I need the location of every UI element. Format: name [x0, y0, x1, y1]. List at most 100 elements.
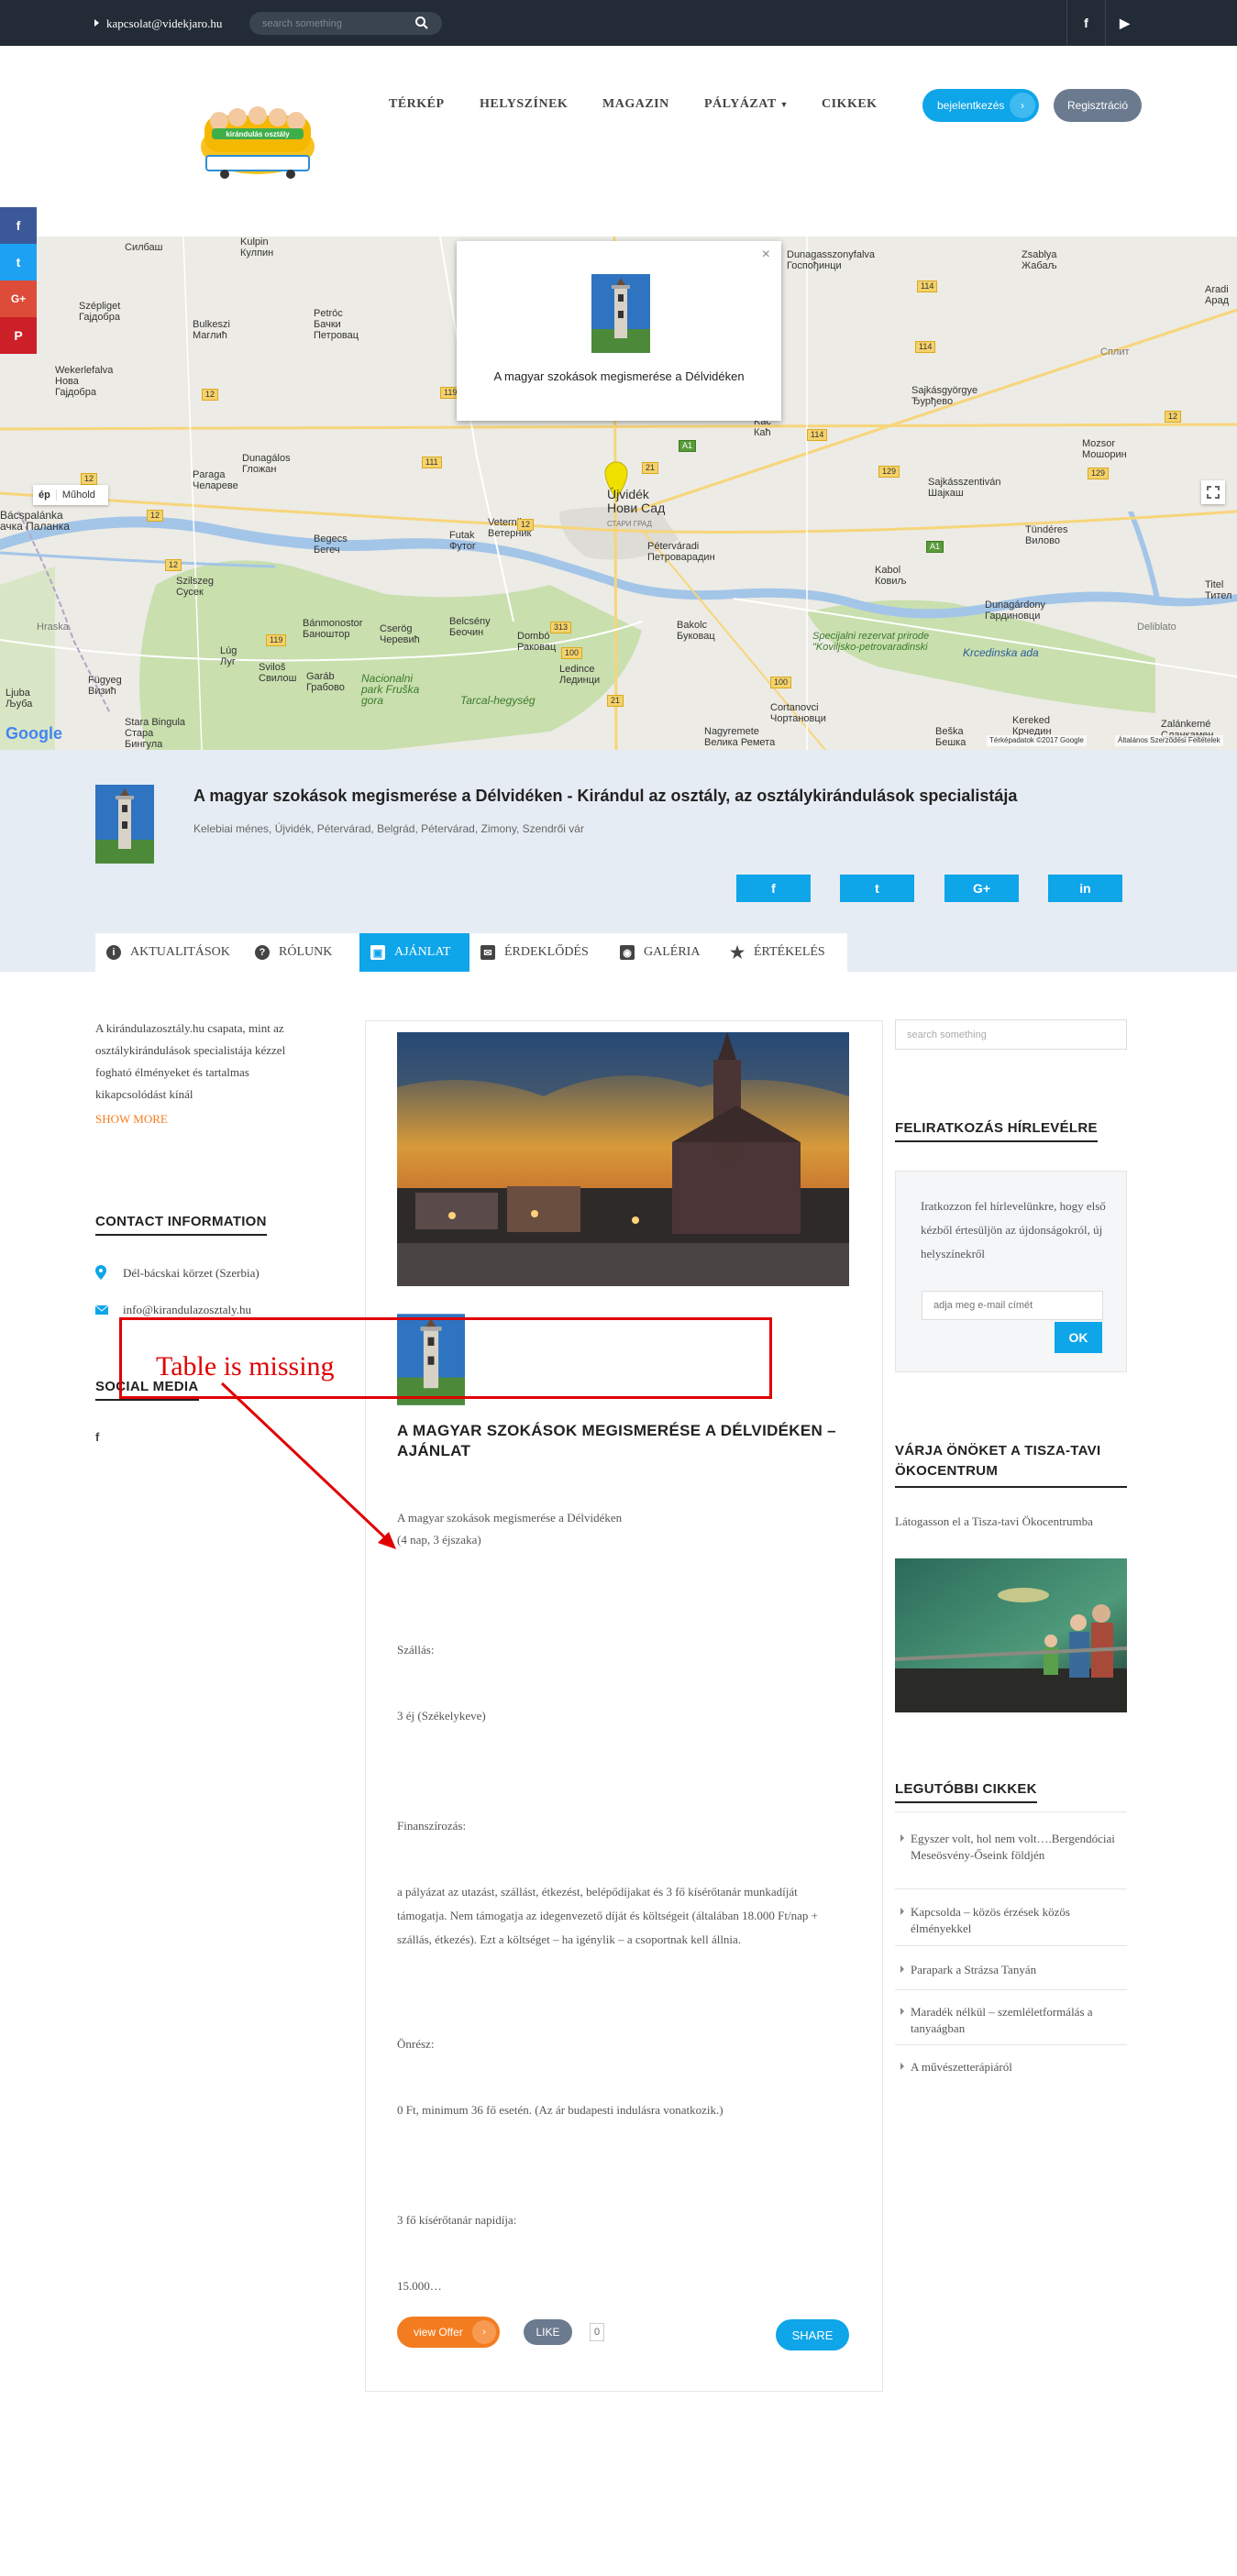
recent-post-link[interactable]: Parapark a Strázsa Tanyán — [900, 1962, 1131, 1978]
place-label: Cserög Черевић — [380, 623, 420, 645]
popup-caption[interactable]: A magyar szokások megismerése a Délvidék… — [457, 369, 781, 383]
listing-facebook-icon[interactable]: f — [736, 875, 811, 902]
place-label: Aradi Арад — [1205, 284, 1229, 306]
place-label: Garáb Грабово — [306, 671, 345, 693]
share-googleplus-icon[interactable]: G+ — [0, 281, 37, 317]
nav-magazin[interactable]: MAGAZIN — [602, 97, 669, 112]
place-label: Sajkásgyörgye Ђурђево — [911, 385, 978, 407]
road-number: 100 — [561, 647, 583, 659]
place-label: Ljuba Љуба — [6, 688, 33, 710]
place-label: Kabol Ковиљ — [875, 565, 907, 587]
place-label-park: Nacionalni park Fruška gora — [361, 672, 420, 707]
nav-helyszinek[interactable]: HELYSZÍNEK — [480, 97, 568, 112]
tab-label: ÉRDEKLŐDÉS — [504, 945, 589, 959]
place-label: Zsablya Жабаљ — [1022, 249, 1057, 271]
share-pinterest-icon[interactable]: P — [0, 317, 37, 354]
arrow-right-icon: › — [1010, 93, 1035, 118]
top-search-input[interactable] — [249, 12, 442, 35]
map-type-satellite[interactable]: Műhold — [55, 490, 101, 501]
listing-linkedin-icon[interactable]: in — [1048, 875, 1122, 902]
place-label: Péterváradi Петроварадин — [647, 541, 715, 563]
newsletter-email-input[interactable] — [922, 1291, 1103, 1320]
contact-email[interactable]: kapcsolat@videkjaro.hu — [94, 17, 222, 31]
map-attribution: Térképadatok ©2017 Google — [987, 735, 1087, 746]
tab-rolunk[interactable]: ? RÓLUNK — [244, 933, 359, 972]
camera-icon: ◉ — [620, 945, 635, 960]
search-icon[interactable] — [414, 16, 429, 30]
youtube-top-icon[interactable]: ▶ — [1105, 0, 1143, 46]
recent-post-title: Egyszer volt, hol nem volt….Bergendóciai… — [911, 1832, 1115, 1862]
recent-post-title: Maradék nélkül – szemléletformálás a tan… — [911, 2005, 1093, 2035]
road-number: 21 — [642, 462, 659, 474]
share-button[interactable]: SHARE — [776, 2319, 849, 2350]
contact-email-text: kapcsolat@videkjaro.hu — [106, 17, 223, 30]
tab-label: RÓLUNK — [279, 945, 333, 959]
view-offer-label: view Offer — [414, 2326, 463, 2339]
place-label-reserve: Specijalni rezervat prirode "Koviljsko-p… — [812, 631, 930, 653]
view-offer-button[interactable]: view Offer › — [397, 2317, 500, 2348]
question-icon: ? — [255, 945, 270, 960]
fullscreen-icon[interactable] — [1201, 480, 1225, 504]
login-button[interactable]: bejelentkezés › — [922, 89, 1039, 122]
newsletter-text: Iratkozzon fel hírlevelünkre, hogy első … — [921, 1199, 1106, 1260]
listing-subtitle: Kelebiai ménes, Újvidék, Pétervárad, Bel… — [193, 822, 584, 835]
offer-main-image[interactable] — [397, 1032, 849, 1286]
recent-post-link[interactable]: Maradék nélkül – szemléletformálás a tan… — [900, 2004, 1131, 2037]
promo-text: Látogasson el a Tisza-tavi Ökocentrumba — [895, 1514, 1093, 1528]
road-number: 129 — [878, 466, 900, 478]
place-label: Ledince Лединци — [559, 664, 601, 686]
caret-icon — [94, 19, 99, 27]
like-button[interactable]: LIKE — [524, 2319, 572, 2345]
recent-post-link[interactable]: Kapcsolda – közös érzések közös élmények… — [900, 1904, 1131, 1937]
map-type-control[interactable]: ép Műhold — [33, 485, 108, 505]
place-label: Petróc Бачки Петровац — [314, 308, 359, 341]
address-text: Dél-bácskai körzet (Szerbia) — [123, 1266, 260, 1280]
nav-terkep[interactable]: TÉRKÉP — [389, 97, 445, 112]
tab-ajanlat[interactable]: ▣ AJÁNLAT — [359, 933, 469, 972]
listing-twitter-icon[interactable]: t — [840, 875, 914, 902]
recent-post-link[interactable]: A művészetterápiáról — [900, 2059, 1131, 2075]
place-label: Belcsény Беочин — [449, 616, 491, 638]
place-label: Dunagálos Гложан — [242, 453, 291, 475]
offer-intro: A magyar szokások megismerése a Délvidék… — [397, 1511, 623, 1525]
location-pin-icon — [95, 1265, 106, 1280]
tab-ertekeles[interactable]: ★ ÉRTÉKELÉS — [719, 933, 847, 972]
like-count: 0 — [590, 2323, 604, 2341]
financing-value: a pályázat az utazást, szállást, étkezés… — [397, 1885, 818, 1946]
nav-palyazat[interactable]: PÁLYÁZAT ▼ — [704, 97, 789, 112]
newsletter-submit-button[interactable]: OK — [1055, 1322, 1102, 1353]
arrow-right-icon: › — [472, 2320, 496, 2344]
show-more-link[interactable]: SHOW MORE — [95, 1108, 168, 1130]
tower-thumbnail[interactable] — [591, 274, 650, 353]
tab-galeria[interactable]: ◉ GALÉRIA — [609, 933, 719, 972]
road-number: 313 — [550, 622, 572, 633]
share-twitter-icon[interactable]: t — [0, 244, 37, 281]
promo-aquarium-image[interactable] — [895, 1558, 1127, 1712]
tab-label: AJÁNLAT — [394, 945, 451, 959]
place-label: Sviloš Свилош — [259, 662, 297, 684]
recent-post-title: A művészetterápiáról — [911, 2060, 1012, 2074]
place-label: Dunagárdony Гардиновци — [985, 600, 1046, 622]
recent-post-link[interactable]: Egyszer volt, hol nem volt….Bergendóciai… — [900, 1831, 1131, 1864]
share-facebook-icon[interactable]: f — [0, 207, 37, 244]
listing-googleplus-icon[interactable]: G+ — [944, 875, 1019, 902]
nav-cikkek[interactable]: CIKKEK — [822, 97, 878, 112]
facebook-icon[interactable]: f — [95, 1426, 99, 1448]
about-text: A kirándulazosztály.hu csapata, mint az … — [95, 1021, 286, 1101]
login-label: bejelentkezés — [937, 99, 1005, 112]
tab-erdeklodes[interactable]: ✉ ÉRDEKLŐDÉS — [469, 933, 609, 972]
map-type-map[interactable]: ép — [33, 490, 56, 501]
recent-posts-heading: LEGUTÓBBI CIKKEK — [895, 1781, 1037, 1803]
own-contribution-label: Önrész: — [397, 2037, 435, 2051]
register-button[interactable]: Regisztráció — [1054, 89, 1142, 122]
sidebar-search-input[interactable] — [895, 1019, 1127, 1050]
place-label: Bácspalánka ачка Паланка — [0, 509, 70, 533]
place-label: Bakolc Буковац — [677, 620, 715, 642]
close-icon[interactable]: × — [762, 247, 770, 263]
facebook-top-icon[interactable]: f — [1066, 0, 1105, 46]
tab-aktualitasok[interactable]: i AKTUALITÁSOK — [95, 933, 244, 972]
own-contribution-value: 0 Ft, minimum 36 fő esetén. (Az ár budap… — [397, 2103, 723, 2117]
map-terms-link[interactable]: Általános Szerződési Feltételek — [1115, 735, 1223, 746]
site-logo[interactable]: kirándulás osztály — [199, 101, 316, 180]
envelope-icon — [95, 1305, 108, 1315]
